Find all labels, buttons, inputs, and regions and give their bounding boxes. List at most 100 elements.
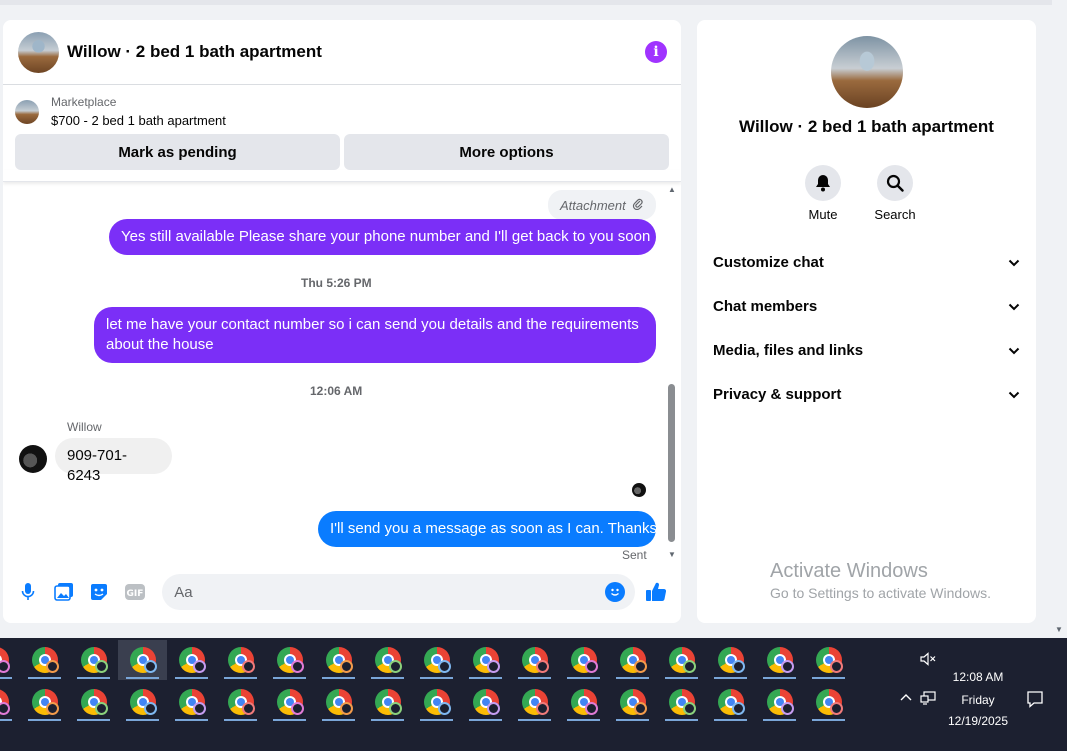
- message-bubble-incoming[interactable]: 909-701-6243: [55, 438, 172, 484]
- chrome-taskbar-button[interactable]: [510, 640, 559, 680]
- profile-badge-icon: [144, 660, 157, 673]
- chrome-taskbar-button[interactable]: [461, 640, 510, 680]
- chrome-taskbar-button[interactable]: [804, 682, 853, 722]
- section-label: Privacy & support: [713, 385, 842, 403]
- chrome-taskbar-button[interactable]: [167, 640, 216, 680]
- mute-button[interactable]: Mute: [805, 165, 841, 222]
- chrome-taskbar-button[interactable]: [69, 640, 118, 680]
- chrome-taskbar-button[interactable]: [412, 682, 461, 722]
- profile-badge-icon: [242, 702, 255, 715]
- attachment-chip[interactable]: Attachment: [548, 190, 656, 220]
- profile-badge-icon: [291, 702, 304, 715]
- profile-badge-icon: [242, 660, 255, 673]
- profile-badge-icon: [487, 702, 500, 715]
- sticker-icon[interactable]: [89, 581, 111, 603]
- chrome-taskbar-button[interactable]: [363, 682, 412, 722]
- chrome-taskbar-button[interactable]: [755, 682, 804, 722]
- chevron-down-icon: [1008, 298, 1020, 315]
- details-title: Willow · 2 bed 1 bath apartment: [739, 117, 994, 136]
- chrome-taskbar-button[interactable]: [20, 682, 69, 722]
- bell-icon[interactable]: [805, 165, 841, 201]
- listing-price[interactable]: $700 - 2 bed 1 bath apartment: [51, 113, 226, 128]
- mark-pending-button[interactable]: Mark as pending: [15, 134, 340, 170]
- chevron-down-icon: [1008, 386, 1020, 403]
- chrome-taskbar-button[interactable]: [608, 640, 657, 680]
- profile-badge-icon: [0, 660, 10, 673]
- paperclip-icon: [632, 198, 644, 213]
- clock-date[interactable]: 12/19/2025: [942, 714, 1014, 728]
- scroll-down-icon[interactable]: ▼: [668, 550, 676, 559]
- page-scrollbar[interactable]: ▼: [1052, 0, 1067, 638]
- chrome-taskbar-button[interactable]: [0, 682, 20, 722]
- chrome-taskbar-button[interactable]: [216, 682, 265, 722]
- chrome-taskbar-button[interactable]: [804, 640, 853, 680]
- chrome-taskbar-button[interactable]: [755, 640, 804, 680]
- section-privacy-support[interactable]: Privacy & support: [705, 372, 1028, 416]
- profile-badge-icon: [438, 660, 451, 673]
- thumbs-up-icon[interactable]: [645, 581, 667, 603]
- network-icon[interactable]: [920, 691, 936, 710]
- chat-title[interactable]: Willow · 2 bed 1 bath apartment: [67, 42, 645, 62]
- section-chat-members[interactable]: Chat members: [705, 284, 1028, 328]
- emoji-icon[interactable]: [605, 582, 626, 602]
- section-media-files-links[interactable]: Media, files and links: [705, 328, 1028, 372]
- scroll-thumb[interactable]: [668, 384, 675, 542]
- sender-avatar[interactable]: [19, 445, 47, 473]
- microphone-icon[interactable]: [17, 581, 39, 603]
- chrome-taskbar-button[interactable]: [412, 640, 461, 680]
- profile-badge-icon: [781, 702, 794, 715]
- attachment-label: Attachment: [560, 197, 626, 213]
- chrome-taskbar-button[interactable]: [0, 640, 20, 680]
- chrome-taskbar-button[interactable]: [657, 682, 706, 722]
- chrome-taskbar-button[interactable]: [706, 682, 755, 722]
- chrome-taskbar-button[interactable]: [216, 640, 265, 680]
- thread-scrollbar[interactable]: ▲ ▼: [666, 182, 678, 562]
- chrome-taskbar-button[interactable]: [706, 640, 755, 680]
- profile-badge-icon: [634, 702, 647, 715]
- gif-icon[interactable]: GIF: [124, 581, 146, 603]
- chrome-taskbar-button[interactable]: [657, 640, 706, 680]
- chrome-taskbar-button[interactable]: [314, 640, 363, 680]
- chrome-taskbar-button[interactable]: [314, 682, 363, 722]
- chrome-taskbar-button[interactable]: [461, 682, 510, 722]
- chrome-taskbar-button[interactable]: [363, 640, 412, 680]
- section-label: Customize chat: [713, 253, 824, 271]
- notification-icon[interactable]: [1026, 690, 1044, 713]
- chrome-taskbar-button[interactable]: [167, 682, 216, 722]
- speaker-muted-icon[interactable]: [920, 652, 936, 669]
- chat-header: Willow · 2 bed 1 bath apartment i: [3, 20, 681, 85]
- chrome-taskbar-button[interactable]: [265, 640, 314, 680]
- message-bubble-outgoing[interactable]: Yes still available Please share your ph…: [109, 219, 656, 255]
- chrome-taskbar-button[interactable]: [265, 682, 314, 722]
- clock-time[interactable]: 12:08 AM: [948, 670, 1008, 684]
- message-input-wrapper[interactable]: [162, 574, 636, 610]
- profile-badge-icon: [389, 702, 402, 715]
- profile-badge-icon: [683, 702, 696, 715]
- profile-badge-icon: [438, 702, 451, 715]
- photo-icon[interactable]: [53, 581, 75, 603]
- chrome-taskbar-button[interactable]: [510, 682, 559, 722]
- message-input[interactable]: [174, 583, 606, 601]
- scroll-up-icon[interactable]: ▲: [668, 185, 676, 194]
- chevron-up-icon[interactable]: [900, 690, 912, 704]
- chrome-taskbar-button[interactable]: [608, 682, 657, 722]
- chrome-taskbar-button[interactable]: [20, 640, 69, 680]
- message-bubble-outgoing[interactable]: I'll send you a message as soon as I can…: [318, 511, 657, 547]
- info-icon[interactable]: i: [645, 41, 667, 63]
- clock-day[interactable]: Friday: [948, 693, 1008, 707]
- more-options-button[interactable]: More options: [344, 134, 669, 170]
- message-bubble-outgoing[interactable]: let me have your contact number so i can…: [94, 307, 656, 363]
- chrome-taskbar-button[interactable]: [559, 682, 608, 722]
- listing-avatar-large[interactable]: [831, 36, 903, 108]
- chrome-taskbar-button[interactable]: [69, 682, 118, 722]
- listing-thumbnail[interactable]: [15, 99, 39, 124]
- chrome-taskbar-button[interactable]: [118, 640, 167, 680]
- listing-avatar[interactable]: [18, 31, 59, 73]
- search-button[interactable]: Search: [874, 165, 916, 222]
- search-icon[interactable]: [877, 165, 913, 201]
- section-customize-chat[interactable]: Customize chat: [705, 240, 1028, 284]
- chrome-taskbar-button[interactable]: [559, 640, 608, 680]
- chrome-taskbar-button[interactable]: [118, 682, 167, 722]
- message-thread: Attachment Yes still available Please sh…: [3, 182, 681, 562]
- profile-badge-icon: [340, 702, 353, 715]
